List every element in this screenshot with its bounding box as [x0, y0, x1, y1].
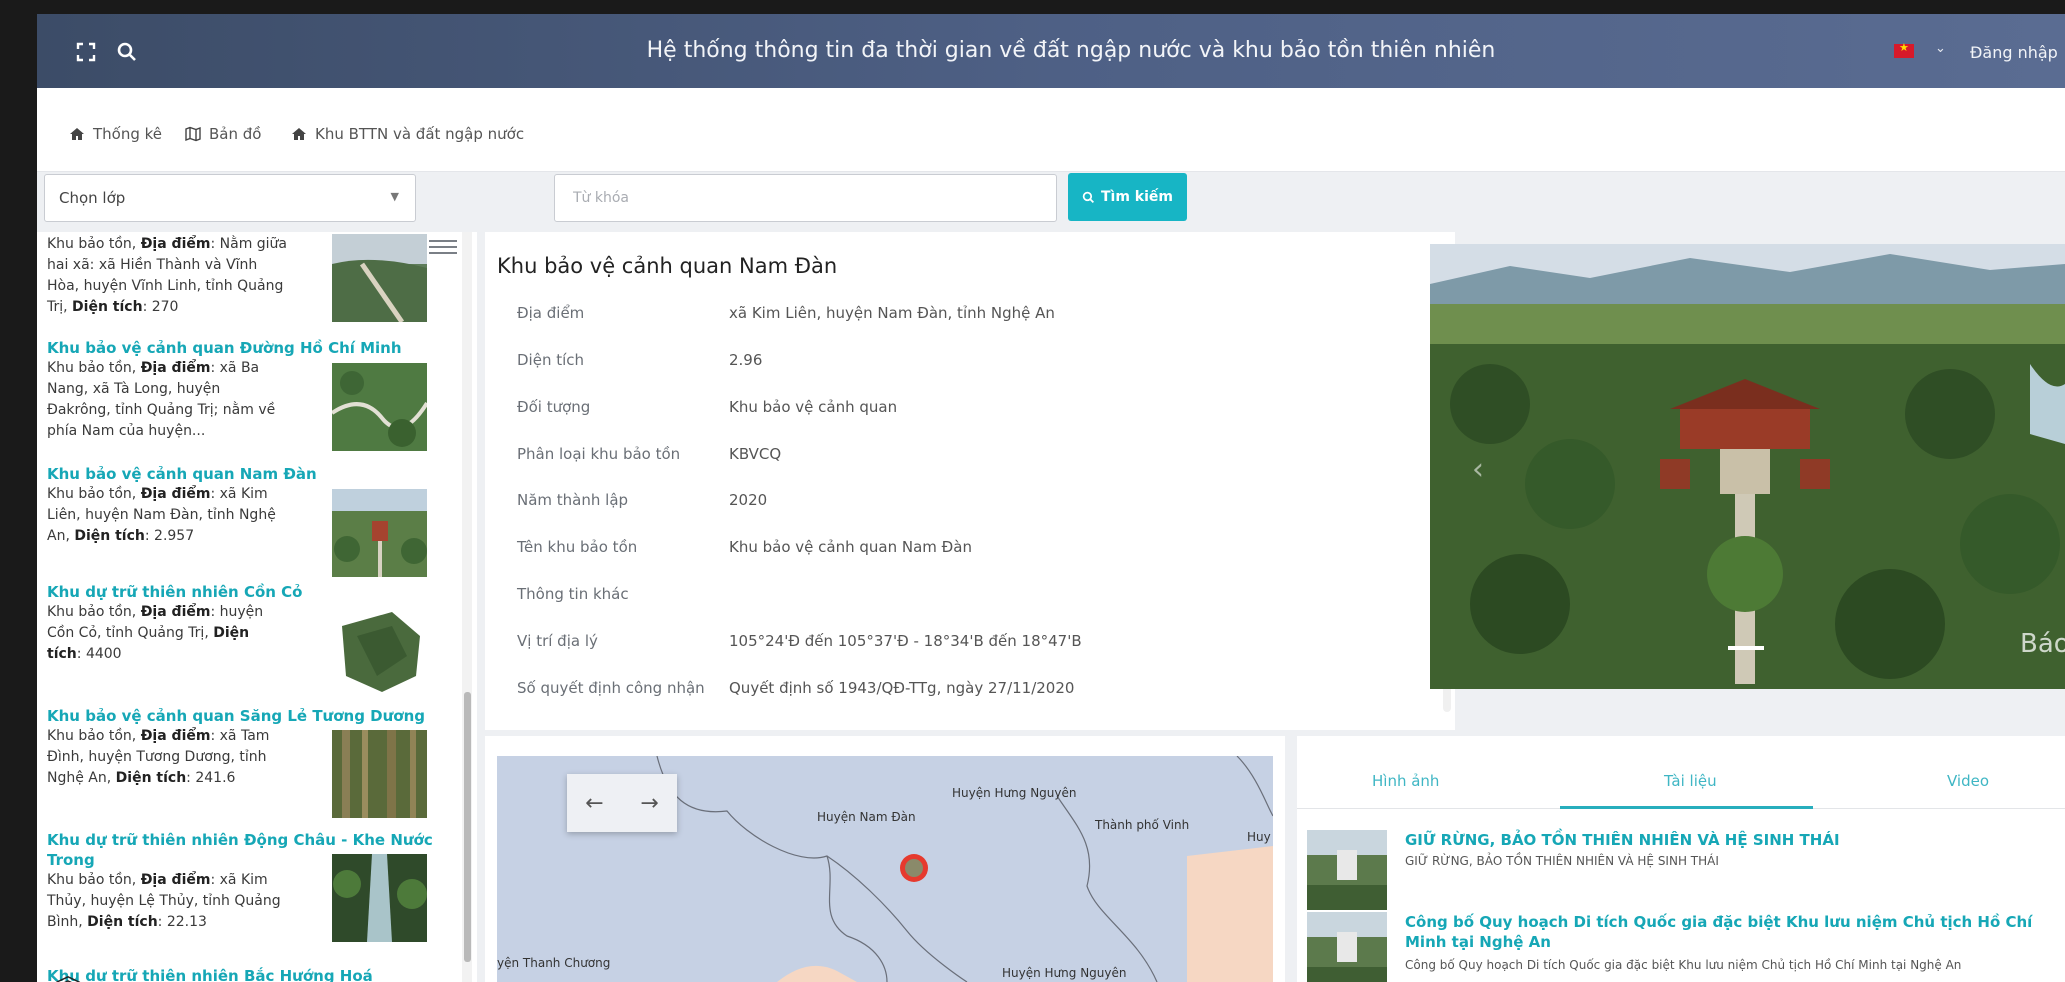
nav-item-map[interactable]: Bản đồ: [185, 125, 261, 143]
nav-item-protected-areas[interactable]: Khu BTTN và đất ngập nước: [291, 125, 524, 143]
area-thumbnail: [332, 606, 427, 694]
chevron-down-icon[interactable]: ⌄: [1935, 41, 1946, 56]
list-item[interactable]: Khu dự trữ thiên nhiên Động Châu - Khe N…: [47, 830, 459, 942]
area-thumbnail: [332, 363, 427, 451]
map-view[interactable]: ← → Huyện Hưng Nguyên Huyện Nam Đàn Thàn…: [497, 756, 1273, 982]
tab-images[interactable]: Hình ảnh: [1372, 772, 1439, 790]
caret-down-icon: ▼: [390, 190, 399, 203]
scroll-to-top-icon[interactable]: ︽: [55, 956, 81, 982]
list-item-desc: Khu bảo tồn, Địa điểm: xã Tam Đình, huyệ…: [47, 728, 270, 786]
app-title: Hệ thống thông tin đa thời gian về đất n…: [646, 38, 1496, 63]
detail-row: Số quyết định công nhận Quyết định số 194…: [517, 679, 1075, 697]
tab-documents[interactable]: Tài liệu: [1664, 772, 1717, 790]
list-item[interactable]: Khu bảo vệ cảnh quan Đường Hồ Chí Minh K…: [47, 338, 459, 451]
list-item-desc: Khu bảo tồn, Địa điểm: Nằm giữa hai xã: …: [47, 236, 288, 315]
detail-row: Đối tượng Khu bảo vệ cảnh quan: [517, 398, 898, 416]
nav-item-statistics[interactable]: Thống kê: [69, 125, 162, 143]
arrow-left-icon[interactable]: ←: [585, 791, 603, 816]
list-item-name[interactable]: Khu dự trữ thiên nhiên Bắc Hướng Hoá: [47, 966, 459, 982]
details-panel: Khu bảo vệ cảnh quan Nam Đàn Địa điểm xã …: [485, 232, 1455, 730]
list-item-desc: Khu bảo tồn, Địa điểm: huyện Cồn Cỏ, tỉn…: [47, 604, 264, 662]
area-list: Khu bảo tồn, Địa điểm: Nằm giữa hai xã: …: [37, 232, 477, 982]
area-thumbnail: [332, 730, 427, 818]
list-item[interactable]: Khu bảo tồn, Địa điểm: Nằm giữa hai xã: …: [47, 234, 459, 322]
list-item[interactable]: Khu bảo vệ cảnh quan Nam Đàn Khu bảo tồn…: [47, 464, 459, 577]
list-item-name[interactable]: Khu bảo vệ cảnh quan Đường Hồ Chí Minh: [47, 338, 459, 358]
list-item-name[interactable]: Khu dự trữ thiên nhiên Cồn Cỏ: [47, 582, 459, 602]
area-thumbnail: [332, 234, 427, 322]
document-thumbnail: [1307, 830, 1387, 910]
map-label: Thành phố Vinh: [1095, 818, 1190, 832]
map-label: Huy: [1247, 830, 1271, 844]
photo-watermark: Báo: [2020, 629, 2065, 659]
map-label: Huyện Hưng Nguyên: [952, 786, 1077, 800]
list-item-desc: Khu bảo tồn, Địa điểm: xã Kim Thủy, huyệ…: [47, 872, 281, 930]
vn-flag-icon[interactable]: [1894, 41, 1914, 58]
nav-item-label: Thống kê: [93, 125, 163, 143]
map-panel: ← → Huyện Hưng Nguyên Huyện Nam Đàn Thàn…: [485, 736, 1285, 982]
list-item-desc: Khu bảo tồn, Địa điểm: xã Ba Nang, xã Tà…: [47, 360, 276, 439]
list-item-name[interactable]: Khu bảo vệ cảnh quan Săng Lẻ Tương Dương: [47, 706, 459, 726]
app-frame: Hệ thống thông tin đa thời gian về đất n…: [37, 14, 2065, 982]
detail-row: Địa điểm xã Kim Liên, huyện Nam Đàn, tỉnh…: [517, 304, 1055, 322]
map-label: yện Thanh Chương: [497, 956, 611, 970]
detail-row: Năm thành lập 2020: [517, 491, 768, 509]
nav-item-label: Khu BTTN và đất ngập nước: [315, 125, 525, 143]
keyword-field[interactable]: [554, 174, 1057, 222]
area-thumbnail: [332, 489, 427, 577]
layer-select[interactable]: Chọn lớp ▼: [44, 174, 416, 222]
document-subtitle: GIỮ RỪNG, BẢO TỒN THIÊN NHIÊN VÀ HỆ SINH…: [1405, 854, 1719, 868]
area-photo-carousel[interactable]: ‹ Báo: [1430, 244, 2065, 689]
list-item-name[interactable]: Khu bảo vệ cảnh quan Nam Đàn: [47, 464, 459, 484]
layer-select-value: Chọn lớp: [59, 189, 126, 207]
document-title[interactable]: GIỮ RỪNG, BẢO TỒN THIÊN NHIÊN VÀ HỆ SINH…: [1405, 830, 2055, 850]
nav-bar: Thống kê Bản đồ Khu BTTN và đất ngập nướ…: [37, 88, 2065, 172]
map-history-controls: ← →: [567, 774, 677, 832]
tab-video[interactable]: Video: [1947, 772, 1989, 790]
home-icon: [292, 128, 306, 140]
area-photo: [1430, 244, 2065, 689]
list-item[interactable]: Khu dự trữ thiên nhiên Bắc Hướng Hoá: [47, 966, 459, 982]
keyword-input[interactable]: [555, 175, 1056, 221]
login-link[interactable]: Đăng nhập: [1970, 43, 2058, 62]
detail-row: Thông tin khác: [517, 585, 629, 603]
list-item[interactable]: Khu dự trữ thiên nhiên Cồn Cỏ Khu bảo tồ…: [47, 582, 459, 694]
details-title: Khu bảo vệ cảnh quan Nam Đàn: [497, 254, 838, 278]
list-item[interactable]: Khu bảo vệ cảnh quan Săng Lẻ Tương Dương…: [47, 706, 459, 818]
home-icon: [70, 128, 84, 140]
detail-row: Diện tích 2.96: [517, 351, 763, 369]
nav-item-label: Bản đồ: [209, 125, 262, 143]
list-item-desc: Khu bảo tồn, Địa điểm: xã Kim Liên, huyệ…: [47, 486, 276, 544]
map-icon: [185, 126, 201, 142]
media-panel: Hình ảnh Tài liệu Video GIỮ RỪNG, BẢO TỒ…: [1297, 736, 2065, 982]
area-thumbnail: [332, 854, 427, 942]
search-icon: [1082, 191, 1094, 203]
carousel-prev-icon[interactable]: ‹: [1472, 452, 1484, 487]
detail-row: Vị trí địa lý 105°24'Đ đến 105°37'Đ - 18°…: [517, 632, 1082, 650]
document-subtitle: Công bố Quy hoạch Di tích Quốc gia đặc b…: [1405, 958, 1962, 972]
map-label: Huyện Nam Đàn: [817, 810, 916, 824]
search-button[interactable]: Tìm kiếm: [1068, 173, 1187, 221]
map-label: Huyện Hưng Nguyên: [1002, 966, 1127, 980]
document-title[interactable]: Công bố Quy hoạch Di tích Quốc gia đặc b…: [1405, 912, 2055, 952]
top-bar: Hệ thống thông tin đa thời gian về đất n…: [37, 14, 2065, 88]
active-tab-indicator: [1560, 806, 1813, 809]
arrow-right-icon[interactable]: →: [640, 791, 658, 816]
detail-row: Tên khu bảo tồn Khu bảo vệ cảnh quan Nam …: [517, 538, 972, 556]
search-button-label: Tìm kiếm: [1100, 189, 1173, 205]
carousel-indicator[interactable]: [1728, 646, 1764, 650]
detail-row: Phân loại khu bảo tồn KBVCQ: [517, 445, 782, 463]
list-scrollbar-thumb[interactable]: [464, 692, 471, 962]
document-thumbnail: [1307, 912, 1387, 982]
